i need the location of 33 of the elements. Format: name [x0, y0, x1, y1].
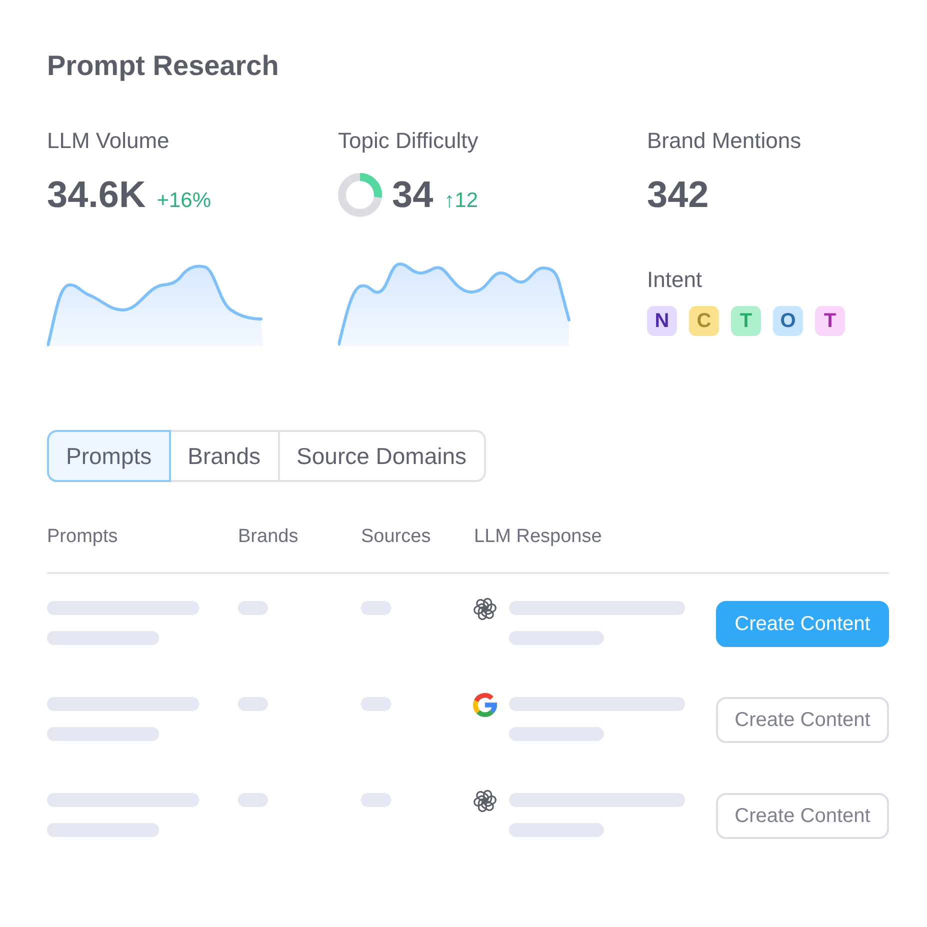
column-header: Brands: [238, 525, 298, 549]
skeleton-line: [238, 697, 268, 711]
skeleton-line: [238, 793, 268, 807]
intent-badge: T: [731, 306, 761, 336]
metric-value: 34: [392, 173, 434, 217]
tab[interactable]: Prompts: [47, 430, 171, 482]
skeleton-line: [361, 601, 391, 615]
skeleton-line: [238, 601, 268, 615]
metric-delta: ↑12: [444, 188, 478, 214]
metric-value: 34.6K: [47, 173, 146, 217]
intent-label: Intent: [647, 266, 702, 294]
create-content-button[interactable]: Create Content: [716, 793, 889, 839]
g-letter-icon: [473, 693, 497, 717]
skeleton-line: [361, 697, 391, 711]
skeleton-line: [361, 793, 391, 807]
metric-label: Topic Difficulty: [338, 127, 478, 155]
metric-label: LLM Volume: [47, 127, 170, 155]
column-header: LLM Response: [474, 525, 602, 549]
intent-badge: N: [647, 306, 677, 336]
metric-delta: +16%: [156, 188, 212, 214]
column-header: Sources: [361, 525, 431, 549]
page-title: Prompt Research: [47, 49, 279, 83]
metric-value: 342: [647, 173, 709, 217]
intent-badge: C: [689, 306, 719, 336]
column-header: Prompts: [47, 525, 118, 549]
intent-badge: T: [815, 306, 845, 336]
intent-badge: O: [773, 306, 803, 336]
knot-icon: [473, 597, 497, 621]
metric-label: Brand Mentions: [647, 127, 802, 155]
tab[interactable]: Brands: [168, 430, 280, 482]
create-content-button[interactable]: Create Content: [716, 697, 889, 743]
tab[interactable]: Source Domains: [278, 430, 486, 482]
knot-icon: [473, 789, 497, 813]
